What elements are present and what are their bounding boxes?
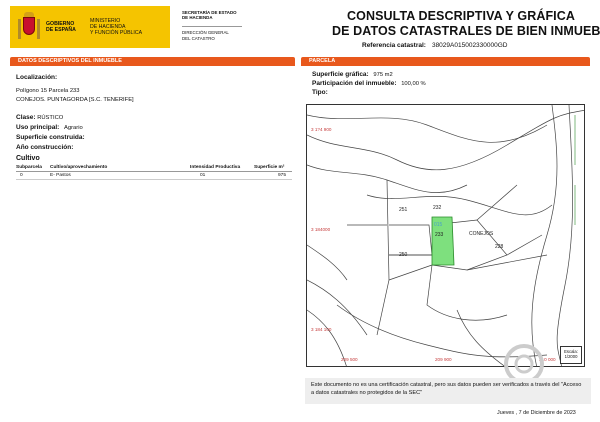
cultivo-table: Subparcela Cultivo/aprovechamiento Inten… bbox=[16, 164, 292, 180]
superficie-grafica-row: Superficie gráfica: 975 m2 bbox=[312, 71, 393, 78]
localizacion-line1: Polígono 15 Parcela 233 bbox=[16, 88, 80, 94]
parcel-250: 250 bbox=[399, 252, 408, 258]
parcel-228: 228 bbox=[495, 244, 504, 250]
parcel-233: 233 bbox=[435, 232, 444, 238]
coord-left-3: 3 184 100 bbox=[311, 327, 332, 332]
cell-cultivo: E- Pastos bbox=[50, 173, 71, 178]
col-intensidad: Intensidad Productiva bbox=[190, 165, 241, 170]
map-drawing: 232 251 015 233 CONEJOS 228 250 3 1?4 90… bbox=[307, 105, 584, 366]
coord-left-1: 3 1?4 900 bbox=[311, 127, 332, 132]
localizacion-label: Localización: bbox=[16, 74, 58, 81]
clase-row: Clase: RÚSTICO bbox=[16, 114, 63, 121]
col-superficie: Superficie m² bbox=[254, 165, 285, 170]
cultivo-header-row: Subparcela Cultivo/aprovechamiento Inten… bbox=[16, 164, 292, 172]
coord-bottom-2: 209 900 bbox=[435, 357, 452, 362]
cell-subparcela: 0 bbox=[20, 173, 23, 178]
participacion-row: Participación del inmueble: 100,00 % bbox=[312, 80, 426, 87]
clase-label: Clase: bbox=[16, 114, 36, 121]
coord-bottom-1: 209 500 bbox=[341, 357, 358, 362]
ministry-name: MINISTERIO DE HACIENDA Y FUNCIÓN PÚBLICA bbox=[90, 18, 143, 36]
sup-grafica-value: 975 m2 bbox=[373, 72, 393, 78]
table-row: 0 E- Pastos 01 975 bbox=[16, 172, 292, 180]
sup-grafica-label: Superficie gráfica: bbox=[312, 71, 369, 78]
tipo-label: Tipo: bbox=[312, 89, 328, 96]
gov-logo-band: GOBIERNO DE ESPAÑA MINISTERIO DE HACIEND… bbox=[10, 6, 170, 48]
parcel-conejos: CONEJOS bbox=[469, 231, 494, 237]
anio-construccion-label: Año construcción: bbox=[16, 144, 74, 151]
cadastral-map: 232 251 015 233 CONEJOS 228 250 3 1?4 90… bbox=[306, 104, 585, 367]
uso-row: Uso principal: Agrario bbox=[16, 124, 83, 131]
datos-descriptivos-heading: DATOS DESCRIPTIVOS DEL INMUEBLE bbox=[10, 57, 295, 65]
gov-name: GOBIERNO DE ESPAÑA bbox=[46, 21, 76, 33]
uso-label: Uso principal: bbox=[16, 124, 60, 131]
left-panel-rule bbox=[10, 65, 295, 66]
col-subparcela: Subparcela bbox=[16, 165, 42, 170]
participacion-label: Participación del inmueble: bbox=[312, 80, 397, 87]
right-panel-rule bbox=[301, 65, 590, 66]
secretaria-name: SECRETARÍA DE ESTADO DE HACIENDA bbox=[182, 10, 237, 21]
localizacion-line2: CONEJOS. PUNTAGORDA [S.C. TENERIFE] bbox=[16, 97, 134, 103]
parcel-251: 251 bbox=[399, 207, 408, 213]
cell-intensidad: 01 bbox=[200, 173, 206, 178]
direccion-name: DIRECCIÓN GENERAL DEL CATASTRO bbox=[182, 30, 229, 41]
superficie-construida-label: Superficie construida: bbox=[16, 134, 85, 141]
scale-value: 1/2000 bbox=[564, 354, 578, 359]
cell-superficie: 975 bbox=[278, 173, 287, 178]
document-title-line1: CONSULTA DESCRIPTIVA Y GRÁFICA bbox=[347, 9, 576, 23]
clase-value: RÚSTICO bbox=[37, 115, 64, 121]
government-header: GOBIERNO DE ESPAÑA MINISTERIO DE HACIEND… bbox=[10, 6, 298, 48]
parcela-heading: PARCELA bbox=[301, 57, 590, 65]
ref-value: 38029A015002330000GD bbox=[431, 42, 508, 49]
uso-value: Agrario bbox=[64, 125, 83, 131]
map-scale: Escala: 1/2000 bbox=[560, 346, 582, 364]
coat-of-arms-icon bbox=[16, 11, 42, 43]
coord-left-2: 3 184000 bbox=[311, 227, 331, 232]
secretaria-block: SECRETARÍA DE ESTADO DE HACIENDA DIRECCI… bbox=[170, 6, 298, 48]
referencia-catastral: Referencia catastral: 38029A015002330000G… bbox=[362, 42, 508, 49]
ref-label: Referencia catastral: bbox=[362, 42, 426, 49]
document-title-line2: DE DATOS CATASTRALES DE BIEN INMUEBLE bbox=[332, 24, 600, 38]
parcel-232: 232 bbox=[433, 205, 442, 211]
cultivo-title: Cultivo bbox=[16, 155, 40, 162]
col-cultivo: Cultivo/aprovechamiento bbox=[50, 165, 108, 170]
disclaimer-notice: Este documento no es una certificación c… bbox=[305, 378, 591, 404]
parcel-015: 015 bbox=[434, 222, 443, 228]
document-date: Jueves , 7 de Diciembre de 2023 bbox=[497, 410, 576, 416]
participacion-value: 100,00 % bbox=[401, 81, 426, 87]
